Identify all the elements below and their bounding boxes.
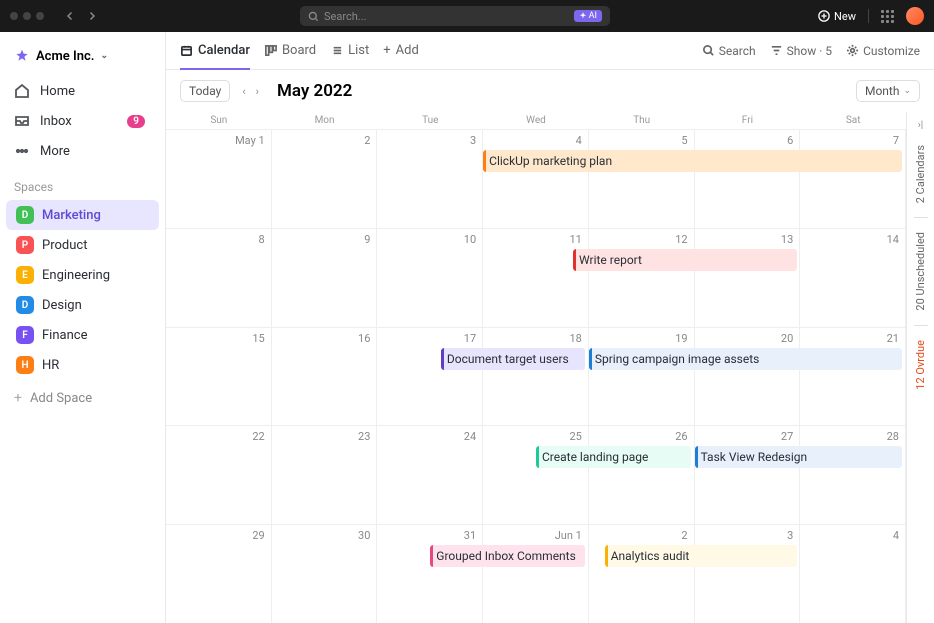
- nav-forward-button[interactable]: [84, 8, 100, 24]
- day-header: Wed: [483, 112, 589, 129]
- view-select[interactable]: Month ⌄: [856, 80, 920, 102]
- inbox-badge: 9: [127, 115, 145, 128]
- space-letter-badge: F: [16, 326, 34, 344]
- plus-circle-icon: [818, 10, 830, 22]
- space-letter-badge: P: [16, 236, 34, 254]
- sidebar-space-design[interactable]: D Design: [6, 290, 159, 320]
- space-label: Design: [42, 298, 82, 313]
- customize-button[interactable]: Customize: [846, 44, 920, 58]
- add-space-button[interactable]: + Add Space: [0, 384, 165, 412]
- calendar-event[interactable]: Analytics audit: [605, 545, 797, 567]
- show-button[interactable]: Show · 5: [770, 44, 832, 58]
- month-label: May 2022: [277, 81, 352, 101]
- today-button[interactable]: Today: [180, 80, 230, 102]
- day-header: Tue: [377, 112, 483, 129]
- calendar-week: 22232425262728Create landing pageTask Vi…: [166, 425, 906, 524]
- calendar-week: 891011121314Write report: [166, 228, 906, 327]
- sidebar-space-product[interactable]: P Product: [6, 230, 159, 260]
- nav-more[interactable]: More: [0, 136, 165, 166]
- nav-inbox[interactable]: Inbox 9: [0, 106, 165, 136]
- plus-icon: +: [383, 43, 390, 58]
- sidebar-space-hr[interactable]: H HR: [6, 350, 159, 380]
- tab-add-view[interactable]: + Add: [383, 33, 419, 68]
- calendar-week: 293031Jun 1234Grouped Inbox CommentsAnal…: [166, 524, 906, 623]
- calendar-icon: [180, 44, 193, 57]
- nav-back-button[interactable]: [62, 8, 78, 24]
- ai-badge[interactable]: AI: [574, 10, 602, 22]
- calendar-event[interactable]: Grouped Inbox Comments: [430, 545, 585, 567]
- calendar-event[interactable]: Task View Redesign: [695, 446, 903, 468]
- add-space-label: Add Space: [30, 391, 92, 406]
- apps-menu-button[interactable]: [881, 10, 894, 23]
- tab-calendar[interactable]: Calendar: [180, 33, 250, 70]
- collapse-panel-button[interactable]: ›|: [918, 120, 923, 131]
- inbox-icon: [14, 113, 30, 129]
- space-label: HR: [42, 358, 59, 373]
- gear-icon: [846, 44, 859, 57]
- calendar-event[interactable]: Spring campaign image assets: [589, 348, 902, 370]
- day-header: Mon: [272, 112, 378, 129]
- space-label: Engineering: [42, 268, 110, 283]
- more-icon: [14, 143, 30, 159]
- calendar-week: 15161718192021Document target usersSprin…: [166, 327, 906, 426]
- panel-calendars[interactable]: 2 Calendars: [914, 145, 927, 203]
- space-label: Finance: [42, 328, 87, 343]
- calendar-event[interactable]: Create landing page: [536, 446, 691, 468]
- sparkle-icon: [579, 12, 587, 20]
- topbar: Search... AI New: [0, 0, 934, 32]
- calendar-header: Today ‹ › May 2022 Month ⌄: [166, 70, 934, 112]
- calendar-event[interactable]: Write report: [573, 249, 797, 271]
- calendar-event[interactable]: Document target users: [441, 348, 585, 370]
- search-placeholder: Search...: [324, 10, 367, 23]
- search-button[interactable]: Search: [702, 44, 756, 58]
- space-letter-badge: E: [16, 266, 34, 284]
- filter-icon: [770, 44, 783, 57]
- calendar-event[interactable]: ClickUp marketing plan: [483, 150, 902, 172]
- tab-list[interactable]: List: [330, 33, 369, 68]
- window-controls[interactable]: [10, 12, 44, 20]
- tab-board[interactable]: Board: [264, 33, 316, 68]
- space-letter-badge: H: [16, 356, 34, 374]
- sidebar-space-marketing[interactable]: D Marketing: [6, 200, 159, 230]
- day-header: Sat: [800, 112, 906, 129]
- panel-overdue[interactable]: 12 Ovrdue: [914, 340, 927, 390]
- board-icon: [264, 44, 277, 57]
- nav-label: Home: [40, 84, 75, 99]
- search-icon: [308, 11, 319, 22]
- view-toolbar: Calendar Board List + Add Search: [166, 32, 934, 70]
- nav-label: Inbox: [40, 114, 72, 129]
- day-header: Sun: [166, 112, 272, 129]
- search-input[interactable]: Search... AI: [300, 6, 610, 26]
- workspace-icon: [14, 48, 30, 64]
- sidebar-space-finance[interactable]: F Finance: [6, 320, 159, 350]
- plus-icon: +: [14, 390, 22, 406]
- list-icon: [330, 44, 343, 57]
- calendar-grid: SunMonTueWedThuFriSat May 1234567ClickUp…: [166, 112, 906, 623]
- chevron-down-icon: ⌄: [903, 86, 911, 96]
- side-panel: ›| 2 Calendars 20 Unscheduled 12 Ovrdue: [906, 112, 934, 623]
- search-icon: [702, 44, 715, 57]
- day-header: Thu: [589, 112, 695, 129]
- prev-month-button[interactable]: ‹: [238, 83, 249, 100]
- workspace-name: Acme Inc.: [36, 49, 94, 64]
- day-header: Fri: [695, 112, 801, 129]
- nav-home[interactable]: Home: [0, 76, 165, 106]
- space-label: Product: [42, 238, 87, 253]
- panel-unscheduled[interactable]: 20 Unscheduled: [914, 232, 927, 311]
- chevron-down-icon: ⌄: [100, 51, 108, 61]
- space-letter-badge: D: [16, 206, 34, 224]
- space-letter-badge: D: [16, 296, 34, 314]
- sidebar-space-engineering[interactable]: E Engineering: [6, 260, 159, 290]
- nav-label: More: [40, 144, 70, 159]
- calendar-week: May 1234567ClickUp marketing plan: [166, 129, 906, 228]
- next-month-button[interactable]: ›: [252, 83, 263, 100]
- user-avatar[interactable]: [906, 7, 924, 25]
- sidebar: Acme Inc. ⌄ Home Inbox 9 More Spaces D Ma…: [0, 32, 166, 623]
- sidebar-section-label: Spaces: [0, 166, 165, 200]
- home-icon: [14, 83, 30, 99]
- space-label: Marketing: [42, 208, 101, 223]
- workspace-selector[interactable]: Acme Inc. ⌄: [0, 42, 165, 76]
- new-button[interactable]: New: [818, 10, 856, 23]
